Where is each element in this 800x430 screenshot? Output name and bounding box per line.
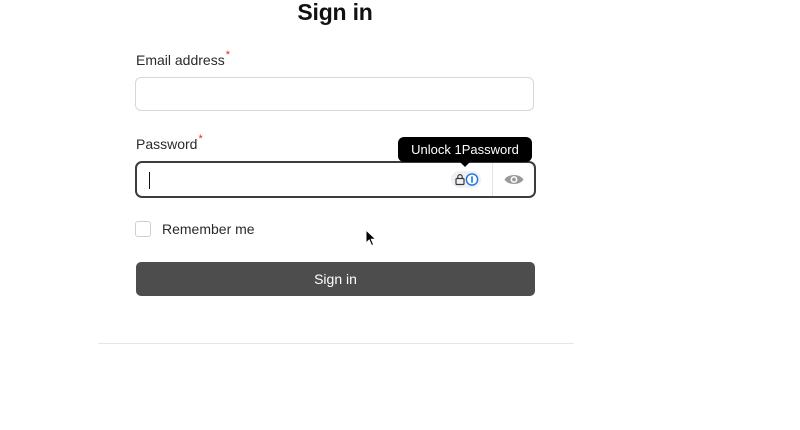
email-label: Email address* [136,49,230,68]
email-required-mark: * [225,49,230,61]
tooltip-arrow [460,162,470,167]
remember-me-checkbox[interactable] [135,221,151,237]
password-required-mark: * [198,133,203,145]
password-label: Password* [136,133,203,152]
remember-me-row[interactable]: Remember me [135,220,255,238]
mouse-pointer-icon [365,228,377,247]
email-field[interactable] [135,77,534,111]
remember-me-label[interactable]: Remember me [162,221,255,237]
email-label-text: Email address [136,52,225,68]
bottom-divider [98,343,574,344]
field-divider [492,163,493,196]
password-field-container [135,161,536,198]
password-field[interactable] [137,163,461,196]
eye-icon[interactable] [503,172,525,187]
text-caret [149,172,150,189]
page-title: Sign in [297,0,373,25]
unlock-1password-tooltip: Unlock 1Password [398,137,532,162]
password-label-text: Password [136,136,198,152]
1password-lock-icon[interactable] [451,171,481,188]
sign-in-button[interactable]: Sign in [136,262,535,296]
